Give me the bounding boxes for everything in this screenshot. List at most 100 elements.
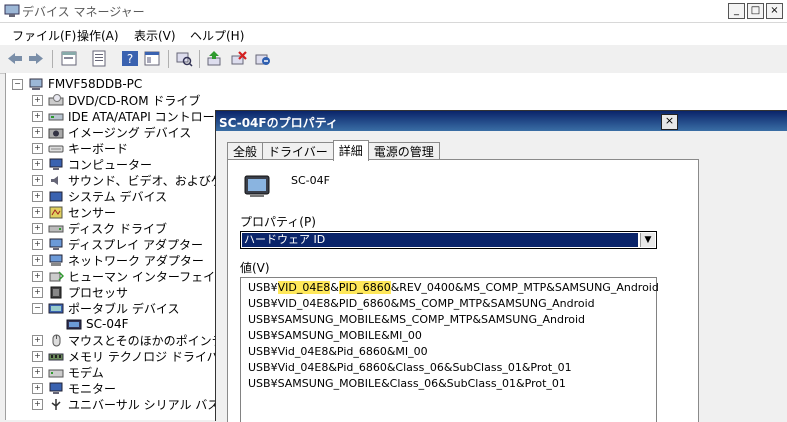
close-button[interactable]: × xyxy=(766,3,783,19)
scan-hardware-icon[interactable] xyxy=(175,50,193,67)
tree-item-keyboard[interactable]: + キーボード xyxy=(32,140,128,156)
expand-icon[interactable]: + xyxy=(32,110,43,122)
back-arrow-icon[interactable] xyxy=(6,50,24,67)
expand-icon[interactable]: + xyxy=(32,334,43,346)
menu-view[interactable]: 表示(V) xyxy=(134,27,176,44)
help-icon[interactable]: ? xyxy=(121,50,139,67)
menu-bar: ファイル(F) 操作(A) 表示(V) ヘルプ(H) xyxy=(0,23,787,45)
tree-view-icon[interactable] xyxy=(60,50,78,67)
minimize-button[interactable]: _ xyxy=(728,3,745,19)
tree-root[interactable]: − FMVF58DDB-PC xyxy=(12,76,142,92)
expand-icon[interactable]: + xyxy=(32,238,43,250)
ide-controller-icon xyxy=(48,113,64,120)
tree-item-imaging[interactable]: + イメージング デバイス xyxy=(32,124,191,140)
menu-action[interactable]: 操作(A) xyxy=(77,27,119,44)
tree-item-sc04f[interactable]: SC-04F xyxy=(66,316,129,332)
tree-item-sensor[interactable]: + センサー xyxy=(32,204,116,220)
tree-item-modem[interactable]: + モデム xyxy=(32,364,104,380)
property-selected-value: ハードウェア ID xyxy=(242,233,638,247)
expand-icon[interactable]: + xyxy=(32,350,43,362)
forward-arrow-icon[interactable] xyxy=(27,50,45,67)
processor-icon xyxy=(50,286,62,298)
uninstall-device-icon[interactable] xyxy=(230,50,248,67)
disk-drive-icon xyxy=(48,225,64,232)
value-item[interactable]: USB¥Vid_04E8&Pid_6860&MI_00 xyxy=(248,345,428,358)
window-title: デバイス マネージャー xyxy=(22,5,145,19)
monitor-icon xyxy=(49,382,63,394)
phone-device-icon xyxy=(66,319,82,329)
computer-icon xyxy=(29,78,43,90)
expand-icon[interactable]: + xyxy=(32,222,43,234)
value-item[interactable]: USB¥VID_04E8&PID_6860&MS_COMP_MTP&SAMSUN… xyxy=(248,297,595,310)
expand-icon[interactable]: + xyxy=(32,174,43,186)
expand-icon[interactable]: + xyxy=(32,254,43,266)
usb-icon xyxy=(51,398,61,410)
modem-icon xyxy=(48,369,64,377)
keyboard-icon xyxy=(48,145,64,152)
tree-item-display[interactable]: + ディスプレイ アダプター xyxy=(32,236,203,252)
tree-root-label: FMVF58DDB-PC xyxy=(48,77,143,91)
dialog-title: SC-04Fのプロパティ xyxy=(219,116,338,130)
expand-icon[interactable]: + xyxy=(32,206,43,218)
hid-icon xyxy=(49,270,64,281)
properties-dialog: SC-04Fのプロパティ × 全般 ドライバー 詳細 電源の管理 SC-04F … xyxy=(215,110,787,422)
tree-item-portable[interactable]: − ポータブル デバイス xyxy=(32,300,179,316)
dropdown-arrow-icon[interactable]: ▼ xyxy=(640,233,655,247)
value-item[interactable]: USB¥SAMSUNG_MOBILE&Class_06&SubClass_01&… xyxy=(248,377,566,390)
system-device-icon xyxy=(49,191,63,201)
value-item[interactable]: USB¥VID_04E8&PID_6860&REV_0400&MS_COMP_M… xyxy=(248,281,659,294)
vid-highlight: VID_04E8 xyxy=(277,281,331,294)
network-adapter-icon xyxy=(49,254,63,266)
dialog-titlebar: SC-04Fのプロパティ xyxy=(216,111,787,131)
expand-icon[interactable]: + xyxy=(32,142,43,154)
tree-item-network[interactable]: + ネットワーク アダプター xyxy=(32,252,204,268)
monitor-icon xyxy=(49,158,63,170)
collapse-icon[interactable]: − xyxy=(32,302,43,314)
value-item[interactable]: USB¥Vid_04E8&Pid_6860&Class_06&SubClass_… xyxy=(248,361,572,374)
memory-icon xyxy=(48,353,64,360)
value-item[interactable]: USB¥SAMSUNG_MOBILE&MI_00 xyxy=(248,329,422,342)
menu-help[interactable]: ヘルプ(H) xyxy=(190,27,244,44)
dvd-drive-icon xyxy=(48,93,64,105)
expand-icon[interactable]: + xyxy=(32,366,43,378)
tree-item-computer[interactable]: + コンピューター xyxy=(32,156,152,172)
tree-item-ide[interactable]: + IDE ATA/ATAPI コントローラー xyxy=(32,108,239,124)
expand-icon[interactable]: + xyxy=(32,126,43,138)
disable-device-icon[interactable] xyxy=(254,50,272,67)
tree-item-system[interactable]: + システム デバイス xyxy=(32,188,167,204)
expand-icon[interactable]: + xyxy=(32,158,43,170)
value-item[interactable]: USB¥SAMSUNG_MOBILE&MS_COMP_MTP&SAMSUNG_A… xyxy=(248,313,585,326)
tree-item-dvd[interactable]: + DVD/CD-ROM ドライブ xyxy=(32,92,200,108)
tree-item-memory[interactable]: + メモリ テクノロジ ドライバー xyxy=(32,348,231,364)
window-titlebar: デバイス マネージャー _ □ × xyxy=(0,0,787,23)
pid-highlight: PID_6860 xyxy=(338,281,391,294)
expand-icon[interactable]: + xyxy=(32,270,43,282)
svg-text:?: ? xyxy=(127,52,133,66)
dialog-tabs: 全般 ドライバー 詳細 電源の管理 xyxy=(227,140,440,161)
phone-device-icon xyxy=(244,175,270,197)
device-manager-icon xyxy=(4,4,20,17)
expand-icon[interactable]: + xyxy=(32,94,43,106)
menu-file[interactable]: ファイル(F) xyxy=(12,27,76,44)
tab-details[interactable]: 詳細 xyxy=(332,140,369,161)
collapse-icon[interactable]: − xyxy=(12,78,23,90)
value-list[interactable]: USB¥VID_04E8&PID_6860&REV_0400&MS_COMP_M… xyxy=(240,277,659,422)
view-window-icon[interactable] xyxy=(143,50,161,67)
expand-icon[interactable]: + xyxy=(32,286,43,298)
expand-icon[interactable]: + xyxy=(32,190,43,202)
tree-item-disk[interactable]: + ディスク ドライブ xyxy=(32,220,167,236)
expand-icon[interactable]: + xyxy=(32,398,43,410)
property-select[interactable]: ハードウェア ID ▼ xyxy=(240,231,657,249)
tree-item-monitor[interactable]: + モニター xyxy=(32,380,116,396)
maximize-button[interactable]: □ xyxy=(747,3,764,19)
portable-device-icon xyxy=(48,303,64,313)
expand-icon[interactable]: + xyxy=(32,382,43,394)
update-driver-icon[interactable] xyxy=(206,50,224,67)
tree-item-processor[interactable]: + プロセッサ xyxy=(32,284,128,300)
mouse-icon xyxy=(52,334,61,346)
dialog-close-button[interactable]: × xyxy=(661,114,678,130)
display-adapter-icon xyxy=(49,238,63,250)
properties-sheet-icon[interactable] xyxy=(90,50,108,67)
value-label: 値(V) xyxy=(240,261,270,275)
toolbar: ? xyxy=(0,45,787,74)
